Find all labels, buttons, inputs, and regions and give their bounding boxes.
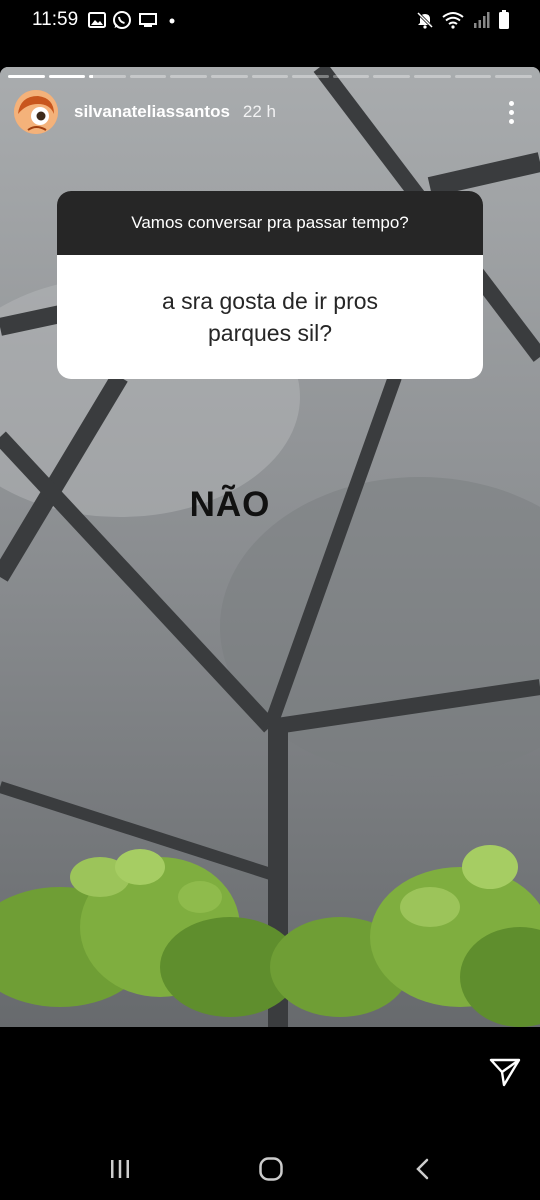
status-bar: 11:59	[0, 0, 540, 40]
story-text-sticker: NÃO	[189, 485, 271, 524]
story-header: silvanateliassantos 22 h	[14, 89, 526, 135]
image-icon	[88, 12, 106, 28]
post-time: 22 h	[242, 102, 277, 121]
battery-icon	[499, 10, 509, 29]
more-dot-icon	[508, 100, 514, 106]
question-answer: a sra gosta de ir pros parques sil?	[161, 288, 379, 346]
status-system-icons	[416, 10, 510, 30]
back-icon	[416, 1158, 429, 1180]
cast-icon	[139, 13, 157, 27]
send-icon	[489, 1058, 521, 1087]
story-progress-bar	[8, 75, 532, 78]
story-viewer[interactable]: silvanateliassantos 22 h Vamos conversar…	[0, 67, 540, 1027]
progress-segment	[48, 75, 86, 78]
android-nav-bar	[0, 1137, 540, 1200]
home-button[interactable]	[251, 1151, 291, 1187]
progress-segment	[373, 75, 411, 78]
progress-segment	[454, 75, 492, 78]
more-dot-icon	[508, 118, 514, 124]
username[interactable]: silvanateliassantos	[74, 102, 230, 122]
more-options-button[interactable]	[496, 92, 526, 132]
progress-segment	[129, 75, 167, 78]
progress-segment	[332, 75, 370, 78]
progress-segment	[414, 75, 451, 78]
status-notification-icons	[88, 10, 180, 30]
dot-icon	[169, 18, 175, 24]
recent-apps-icon	[111, 1160, 129, 1178]
story-footer	[0, 1027, 540, 1137]
back-button[interactable]	[403, 1151, 443, 1187]
more-dot-icon	[508, 109, 514, 115]
progress-segment	[211, 75, 248, 78]
whatsapp-icon	[113, 11, 131, 29]
wifi-icon	[442, 12, 464, 29]
signal-icon	[474, 12, 490, 28]
progress-segment	[89, 75, 126, 78]
progress-segment	[495, 75, 532, 78]
status-time: 11:59	[32, 9, 79, 30]
progress-segment	[170, 75, 208, 78]
share-button[interactable]	[488, 1055, 522, 1089]
progress-segment	[251, 75, 289, 78]
mute-icon	[416, 11, 434, 29]
avatar[interactable]	[14, 90, 58, 134]
progress-segment	[292, 75, 329, 78]
home-icon	[259, 1157, 283, 1181]
avatar-image	[14, 90, 58, 134]
progress-segment	[8, 75, 45, 78]
question-sticker: Vamos conversar pra passar tempo? a sra …	[57, 191, 483, 379]
recent-apps-button[interactable]	[100, 1151, 140, 1187]
question-prompt: Vamos conversar pra passar tempo?	[57, 191, 483, 255]
